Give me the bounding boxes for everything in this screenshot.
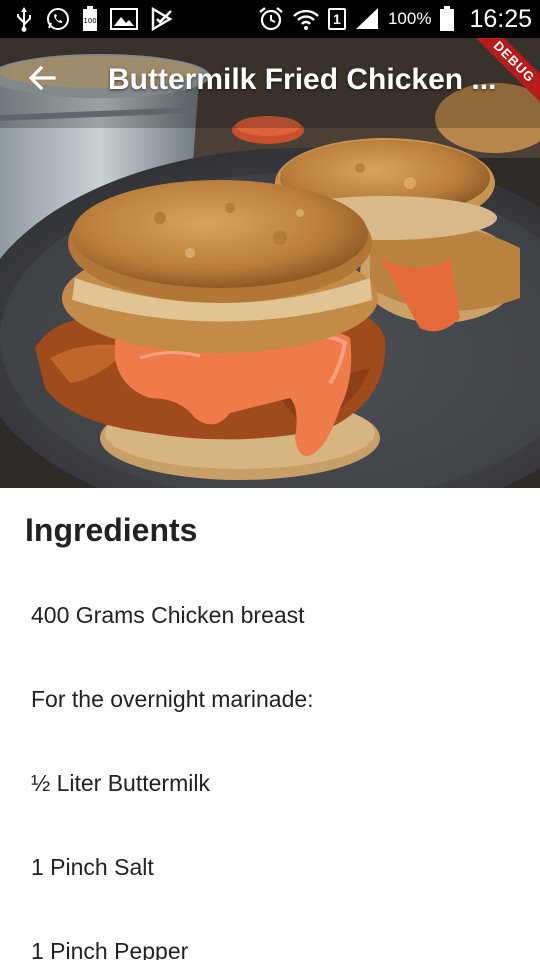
- alarm-icon: [258, 6, 284, 32]
- clock: 16:25: [469, 4, 532, 33]
- ingredients-heading: Ingredients: [25, 512, 198, 548]
- signal-icon: [354, 7, 380, 31]
- sim-slot-badge: 1: [327, 8, 346, 30]
- gallery-icon: [110, 8, 138, 30]
- app-bar-title: Buttermilk Fried Chicken ...: [108, 63, 497, 96]
- svg-text:100: 100: [83, 17, 96, 25]
- arrow-back-icon: [28, 64, 56, 97]
- checkmark-icon: [150, 7, 174, 31]
- whatsapp-icon: [46, 7, 70, 31]
- status-bar: 100 1 100% 16:25: [0, 0, 540, 38]
- battery-full-icon: 100: [82, 6, 98, 32]
- wifi-icon: [292, 7, 320, 31]
- ingredient-item: 400 Grams Chicken breast: [31, 602, 305, 628]
- ingredient-item: ½ Liter Buttermilk: [31, 770, 210, 796]
- debug-banner: DEBUG: [460, 38, 540, 118]
- back-button[interactable]: [14, 52, 70, 108]
- battery-icon: [439, 6, 455, 32]
- recipe-detail-screen: 100 1 100% 16:25 Buttermilk Fried Chicke…: [0, 0, 540, 960]
- battery-percent: 100%: [387, 9, 432, 28]
- status-right: 1 100% 16:25: [258, 5, 532, 34]
- usb-icon: [14, 6, 34, 32]
- ingredient-item: For the overnight marinade:: [31, 686, 314, 712]
- ingredients-section: Ingredients 400 Grams Chicken breast For…: [0, 488, 540, 960]
- app-bar: Buttermilk Fried Chicken ...: [0, 38, 540, 122]
- ingredient-item: 1 Pinch Pepper: [31, 938, 189, 960]
- status-left: 100: [14, 6, 174, 32]
- ingredient-item: 1 Pinch Salt: [31, 854, 154, 880]
- debug-banner-label: DEBUG: [464, 38, 540, 112]
